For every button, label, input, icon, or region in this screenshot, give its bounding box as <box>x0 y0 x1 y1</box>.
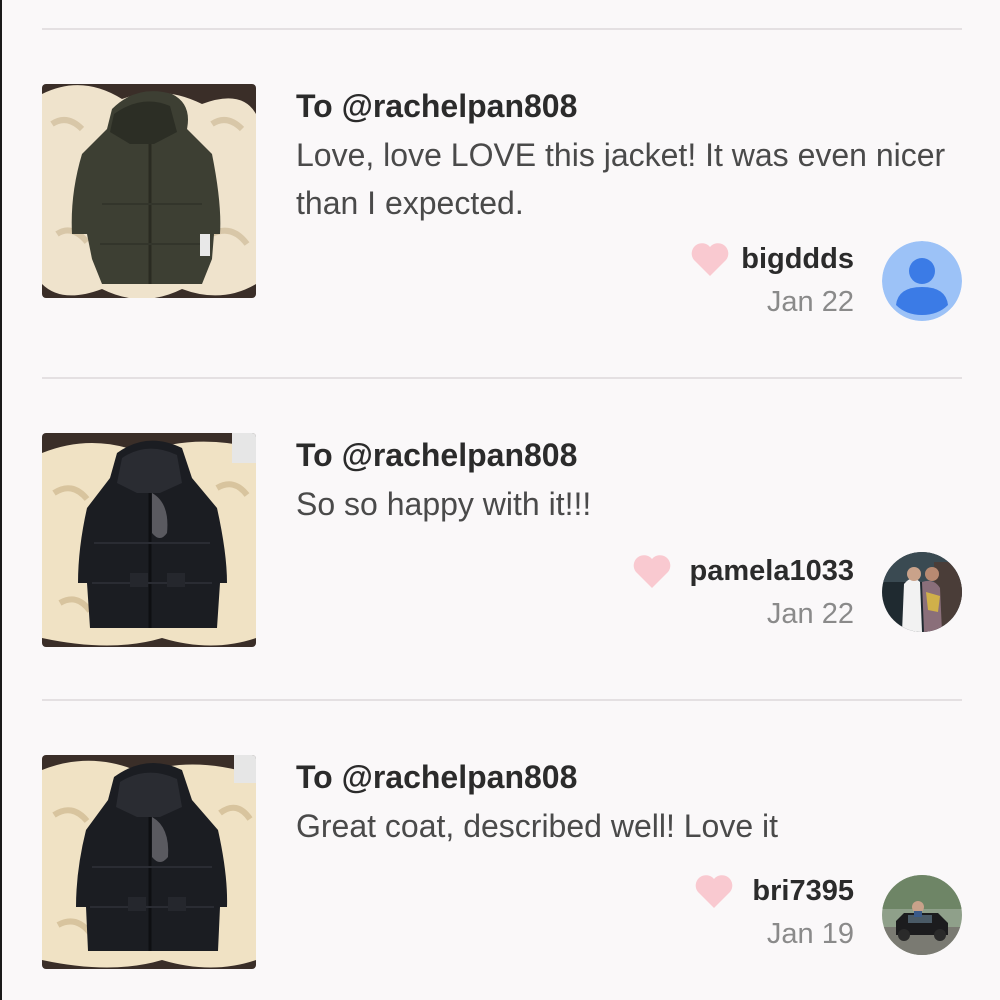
coat-photo <box>42 433 256 647</box>
divider <box>42 699 962 701</box>
divider <box>42 377 962 379</box>
review-recipient: To @rachelpan808 <box>296 759 578 795</box>
user-photo <box>882 552 962 632</box>
product-thumbnail[interactable] <box>42 84 256 298</box>
reviewer-username[interactable]: bigddds <box>741 243 854 276</box>
review-recipient: To @rachelpan808 <box>296 437 578 473</box>
heart-icon <box>695 875 733 908</box>
reviewer-username[interactable]: pamela1033 <box>690 555 854 588</box>
user-photo <box>882 875 962 955</box>
divider <box>42 28 962 30</box>
review-date: Jan 22 <box>766 286 854 318</box>
review-date: Jan 19 <box>766 918 854 950</box>
reviewer-username[interactable]: bri7395 <box>752 875 854 908</box>
heart-icon <box>633 555 671 588</box>
person-icon <box>882 241 962 321</box>
review-date: Jan 22 <box>766 598 854 630</box>
avatar[interactable] <box>882 241 962 321</box>
heart-icon <box>691 243 729 276</box>
product-thumbnail[interactable] <box>42 755 256 969</box>
review-recipient: To @rachelpan808 <box>296 88 578 124</box>
product-thumbnail[interactable] <box>42 433 256 647</box>
review-comment: Great coat, described well! Love it <box>296 808 779 844</box>
coat-photo <box>42 755 256 969</box>
coat-photo <box>42 84 256 298</box>
avatar[interactable] <box>882 875 962 955</box>
review-comment: Love, love LOVE this jacket! It was even… <box>296 137 946 221</box>
avatar[interactable] <box>882 552 962 632</box>
review-comment: So so happy with it!!! <box>296 486 592 522</box>
reviews-page: To @rachelpan808 Love, love LOVE this ja… <box>0 0 1000 1000</box>
